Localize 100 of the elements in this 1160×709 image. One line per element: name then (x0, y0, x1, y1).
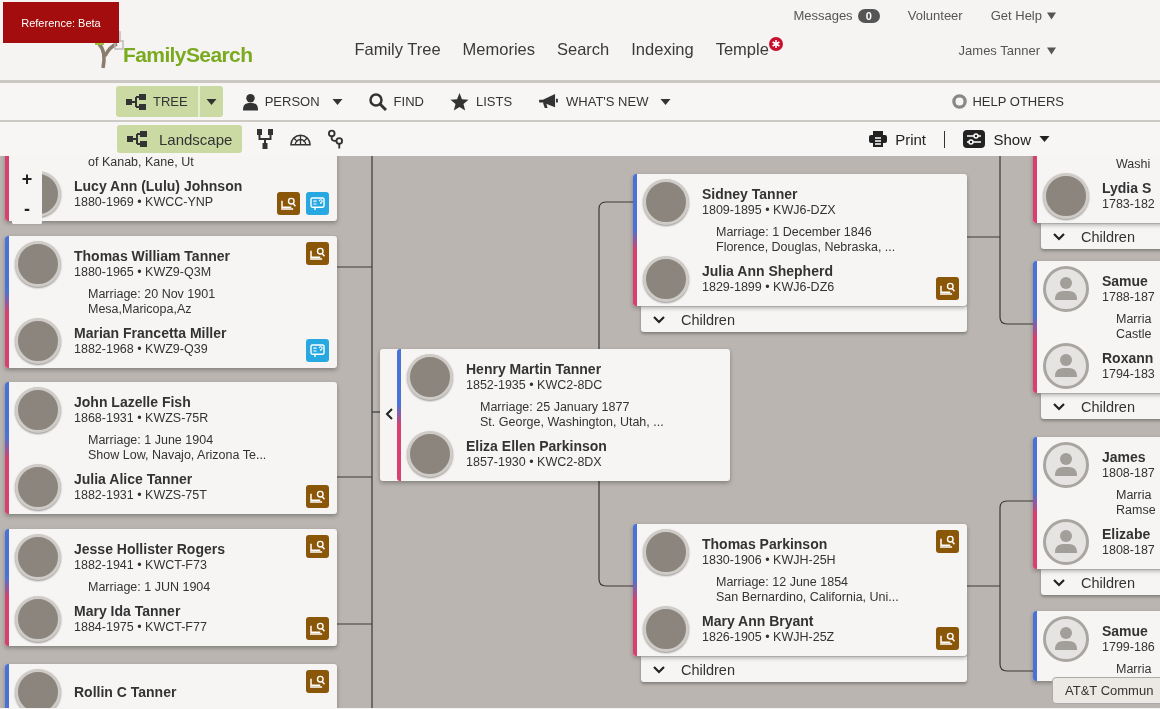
marriage-date: Marriage: 20 Nov 1901 (88, 287, 217, 302)
person-name[interactable]: Rollin C Tanner (74, 683, 177, 700)
toolbar-button[interactable]: TREE (116, 86, 198, 117)
person-name[interactable]: Eliza Ellen Parkinson (466, 438, 607, 454)
help-others-button[interactable]: HELP OTHERS (952, 94, 1064, 109)
message-count-badge: 0 (857, 8, 880, 23)
caret-icon (205, 98, 217, 105)
data-problem-button[interactable] (306, 192, 329, 215)
search-icon (368, 92, 387, 111)
record-hint-button[interactable] (277, 192, 300, 215)
toolbar-button[interactable]: PERSON (236, 86, 326, 117)
person-name[interactable]: Lucy Ann (Lulu) Johnson (74, 178, 243, 194)
megaphone-icon (538, 94, 560, 109)
view-button[interactable]: Landscape (117, 125, 243, 153)
person-name[interactable]: Elizabe (1102, 526, 1155, 542)
marriage-place: St. George, Washington, Utah, ... (480, 415, 665, 430)
person-name[interactable]: Roxann (1102, 350, 1155, 366)
person-name[interactable]: Lydia S (1102, 180, 1155, 196)
person-name[interactable]: Sidney Tanner (702, 186, 836, 202)
person-name[interactable]: Thomas Parkinson (702, 536, 836, 552)
person-name[interactable]: Mary Ida Tanner (74, 603, 207, 619)
marriage-date: Marriage: 1 JUN 1904 (88, 580, 212, 595)
person-dates: 1799-186 (1102, 640, 1155, 654)
chevron-left-icon (385, 408, 393, 420)
marriage-place: Ramse (1116, 503, 1157, 518)
print-button[interactable]: Print (869, 130, 926, 148)
header-link[interactable]: Messages 0 (793, 8, 880, 23)
children-button[interactable]: Children (1041, 393, 1160, 419)
reference-badge: Reference: Beta (3, 2, 119, 43)
data-problem-button[interactable] (306, 339, 329, 362)
toolbar-button[interactable]: LISTS (443, 86, 519, 117)
nav-link[interactable]: Memories (462, 40, 535, 59)
descendancy-icon (328, 129, 344, 149)
children-button[interactable]: Children (1041, 569, 1160, 595)
children-button[interactable]: Children (641, 656, 967, 682)
tree-chart-icon (126, 93, 146, 110)
person-dates: 1884-1975 • KWCT-F77 (74, 620, 207, 634)
marriage-place: Mesa,Maricopa,Az (88, 302, 193, 317)
user-menu[interactable]: James Tanner (958, 43, 1056, 58)
person-name[interactable]: James (1102, 449, 1155, 465)
person-name[interactable]: Thomas William Tanner (74, 248, 230, 264)
marriage-date: Marriage: 25 January 1877 (480, 400, 631, 415)
children-button[interactable]: Children (641, 306, 967, 332)
chevron-down-icon (1053, 402, 1065, 411)
person-name[interactable]: Julia Ann Shepherd (702, 263, 835, 279)
person-dates: 1794-183 (1102, 367, 1155, 381)
person-name[interactable]: Samue (1102, 273, 1155, 289)
chevron-down-icon (1053, 578, 1065, 587)
marriage-date: Marria (1116, 662, 1153, 677)
person-dates: 1829-1899 • KWJ6-DZ6 (702, 280, 835, 294)
lifebuoy-icon (952, 94, 968, 109)
marriage-date: Marriage: 1 December 1846 (716, 225, 873, 240)
record-hint-button[interactable] (936, 530, 959, 553)
marriage-date: Marriage: 12 June 1854 (716, 575, 850, 590)
record-hint-button[interactable] (936, 277, 959, 300)
nav-link[interactable]: Indexing (631, 40, 694, 59)
star-icon (449, 92, 469, 111)
header-link[interactable]: Get Help (990, 8, 1056, 23)
person-name[interactable]: Samue (1102, 623, 1155, 639)
person-name[interactable]: Henry Martin Tanner (466, 361, 603, 377)
person-name[interactable]: Julia Alice Tanner (74, 471, 207, 487)
toolbar-button[interactable]: WHAT'S NEW (532, 86, 655, 117)
person-name[interactable]: Marian Francetta Miller (74, 325, 227, 341)
person-name[interactable]: John Lazelle Fish (74, 394, 209, 410)
monitor-search-icon (310, 622, 325, 635)
person-name[interactable]: Mary Ann Bryant (702, 613, 835, 629)
toolbar-button[interactable]: FIND (362, 86, 430, 117)
person-dates: 1808-187 (1102, 543, 1155, 557)
marriage-place: Florence, Douglas, Nebraska, ... (716, 240, 897, 255)
dropdown-button[interactable] (197, 86, 223, 117)
marriage-place: Castle (1116, 327, 1153, 342)
caret-icon (660, 98, 672, 105)
record-hint-button[interactable] (306, 617, 329, 640)
chevron-down-icon (1053, 232, 1065, 241)
record-hint-button[interactable] (306, 485, 329, 508)
person-name[interactable]: Jesse Hollister Rogers (74, 541, 225, 557)
nav-link[interactable]: Family Tree (354, 40, 441, 59)
record-hint-button[interactable] (306, 670, 329, 693)
record-hint-button[interactable] (936, 627, 959, 650)
nav-link[interactable]: Temple (715, 40, 783, 59)
person-dates: 1830-1906 • KWJH-25H (702, 553, 836, 567)
caret-icon (1047, 11, 1056, 20)
caret-icon (1039, 136, 1050, 142)
expand-parents-button[interactable] (384, 407, 394, 421)
person-dates: 1788-187 (1102, 290, 1155, 304)
note-question-icon (310, 344, 325, 357)
marriage-date: Marriage: 1 June 1904 (88, 433, 215, 448)
children-button[interactable]: Children (1041, 223, 1160, 249)
record-hint-button[interactable] (306, 242, 329, 265)
show-menu-button[interactable]: Show (963, 130, 1050, 148)
header-link[interactable]: Volunteer (907, 8, 963, 23)
fan-chart-icon (290, 132, 312, 146)
person-icon (242, 92, 258, 111)
marriage-place: Show Low, Navajo, Arizona Te... (88, 448, 268, 463)
nav-link[interactable]: Search (557, 40, 610, 59)
monitor-search-icon (940, 282, 955, 295)
record-hint-button[interactable] (306, 535, 329, 558)
person-dates: 1880-1965 • KWZ9-Q3M (74, 265, 213, 279)
chevron-down-icon (653, 665, 665, 674)
person-dates: 1882-1931 • KWZS-75T (74, 488, 207, 502)
